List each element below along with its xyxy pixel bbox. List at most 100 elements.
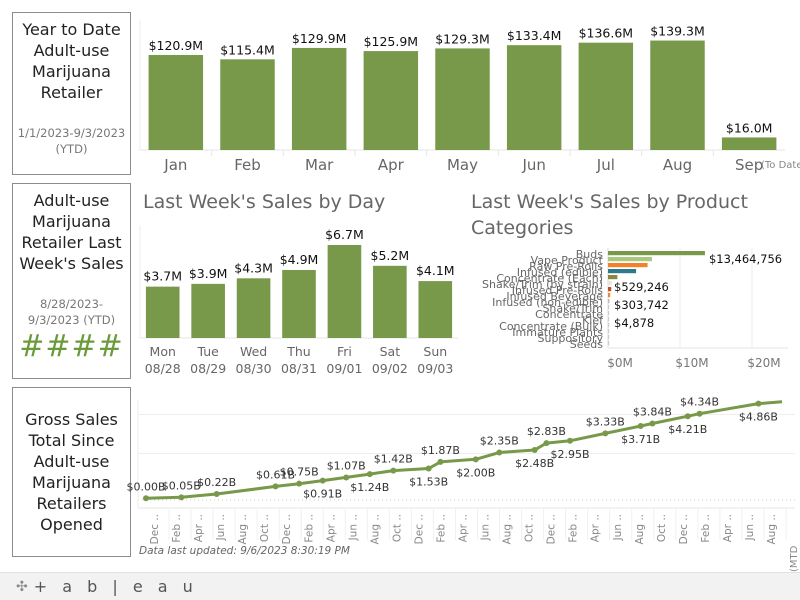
daily-x-tick-date: 09/01 bbox=[326, 361, 362, 376]
line-data-point bbox=[543, 440, 550, 447]
category-bar bbox=[608, 299, 610, 304]
daily-bar bbox=[373, 265, 407, 338]
monthly-x-tick: Mar bbox=[305, 156, 334, 174]
daily-bar-label: $3.9M bbox=[189, 266, 228, 281]
line-data-point bbox=[531, 446, 538, 453]
line-x-tick: Dec .. bbox=[413, 514, 425, 544]
daily-bar-label: $4.1M bbox=[416, 263, 455, 278]
category-label: Seeds bbox=[570, 338, 604, 351]
line-x-tick: Aug .. bbox=[237, 514, 249, 545]
line-data-point bbox=[696, 410, 703, 417]
monthly-x-tick: Sep bbox=[735, 156, 763, 174]
line-data-point bbox=[390, 467, 397, 474]
monthly-bar bbox=[650, 40, 705, 150]
monthly-x-tick: Jul bbox=[596, 156, 615, 174]
line-data-label: $3.84B bbox=[633, 405, 672, 418]
category-bar bbox=[608, 305, 610, 310]
category-bar bbox=[608, 263, 648, 268]
monthly-bar bbox=[291, 47, 347, 150]
line-data-label: $1.53B bbox=[409, 475, 448, 488]
tableau-logo-text[interactable]: + a b | e a u bbox=[34, 577, 198, 596]
monthly-bar bbox=[578, 42, 634, 150]
line-data-label: $0.91B bbox=[303, 488, 342, 501]
line-data-label: $2.00B bbox=[456, 466, 495, 479]
category-bar bbox=[608, 341, 610, 346]
monthly-bar bbox=[148, 55, 204, 150]
charts-canvas: $120.9M Jan $115.4M Feb $129.9M Mar $125.9M Apr… bbox=[126, 20, 800, 572]
daily-bar bbox=[418, 281, 453, 338]
monthly-bar bbox=[363, 51, 419, 151]
line-x-tick: Oct .. bbox=[391, 514, 403, 542]
category-x-tick: $10M bbox=[675, 356, 708, 370]
daily-bar bbox=[282, 269, 316, 338]
monthly-x-tick: Feb bbox=[234, 156, 261, 174]
line-data-label: $0.22B bbox=[197, 476, 236, 489]
line-x-end-label: (MTD bbox=[789, 545, 800, 572]
line-data-point bbox=[602, 430, 609, 437]
daily-x-tick-date: 09/02 bbox=[372, 361, 408, 376]
line-x-tick: Jun .. bbox=[347, 514, 359, 541]
line-data-label: $2.83B bbox=[527, 425, 566, 438]
category-bar bbox=[608, 329, 610, 334]
line-x-tick: Dec .. bbox=[546, 514, 558, 544]
line-data-label: $0.05B bbox=[162, 479, 201, 492]
line-data-label: $4.86B bbox=[739, 411, 778, 424]
line-data-point bbox=[143, 495, 149, 502]
daily-bar-label: $4.9M bbox=[280, 252, 319, 267]
category-bar bbox=[608, 275, 618, 280]
line-data-point bbox=[437, 458, 444, 465]
line-x-tick: Aug .. bbox=[766, 514, 778, 545]
line-data-point bbox=[472, 456, 479, 463]
line-x-tick: Oct .. bbox=[524, 514, 536, 542]
line-data-label: $2.48B bbox=[515, 457, 554, 470]
line-data-label: $0.75B bbox=[280, 466, 319, 479]
category-x-tick: $20M bbox=[747, 356, 780, 370]
daily-x-tick-day: Thu bbox=[286, 344, 310, 359]
line-data-label: $3.33B bbox=[586, 415, 625, 428]
line-x-tick: Apr .. bbox=[193, 514, 205, 542]
line-x-tick: Aug .. bbox=[634, 514, 646, 545]
line-data-label: $4.34B bbox=[680, 396, 719, 409]
daily-x-tick-date: 08/28 bbox=[145, 361, 181, 376]
monthly-bar bbox=[506, 45, 562, 150]
daily-bar bbox=[191, 283, 225, 338]
daily-bar bbox=[327, 245, 362, 338]
line-data-point bbox=[496, 449, 503, 456]
category-bar bbox=[608, 287, 612, 292]
line-data-label: $1.42B bbox=[374, 453, 413, 466]
category-bar bbox=[608, 251, 705, 256]
line-data-point bbox=[567, 437, 573, 444]
line-data-point bbox=[425, 465, 432, 472]
line-data-label: $0.00B bbox=[126, 480, 165, 493]
daily-x-tick-day: Tue bbox=[196, 344, 219, 359]
line-x-tick: Dec .. bbox=[281, 514, 293, 544]
line-data-point bbox=[366, 471, 373, 478]
monthly-x-tick: Jan bbox=[163, 156, 187, 174]
line-x-tick: Apr .. bbox=[590, 514, 602, 542]
tableau-logo-icon[interactable]: ✣ bbox=[16, 579, 28, 595]
category-bar bbox=[608, 293, 611, 298]
daily-x-tick-date: 09/03 bbox=[417, 361, 453, 376]
line-data-point bbox=[649, 420, 656, 427]
line-x-tick: Apr .. bbox=[722, 514, 734, 542]
line-x-tick: Oct .. bbox=[259, 514, 271, 542]
line-data-point bbox=[178, 494, 185, 501]
line-data-label: $2.35B bbox=[480, 435, 519, 448]
line-data-point bbox=[755, 400, 762, 407]
monthly-bar bbox=[220, 59, 275, 151]
line-x-tick: Apr .. bbox=[325, 514, 337, 542]
line-x-tick: Dec .. bbox=[149, 514, 161, 544]
monthly-bar bbox=[435, 48, 490, 150]
monthly-bar-label: $139.3M bbox=[650, 24, 705, 39]
line-data-label: $4.21B bbox=[668, 423, 707, 436]
monthly-annotation: (To Date) bbox=[761, 160, 800, 171]
daily-bar bbox=[236, 278, 271, 338]
line-x-tick: Dec .. bbox=[678, 514, 690, 544]
line-data-point bbox=[296, 480, 303, 487]
daily-x-tick-day: Wed bbox=[240, 344, 267, 359]
line-x-tick: Aug .. bbox=[369, 514, 381, 545]
line-x-tick: Feb .. bbox=[700, 514, 712, 543]
line-data-point bbox=[272, 483, 279, 490]
daily-x-tick-date: 08/29 bbox=[190, 361, 226, 376]
daily-bar bbox=[145, 286, 180, 338]
